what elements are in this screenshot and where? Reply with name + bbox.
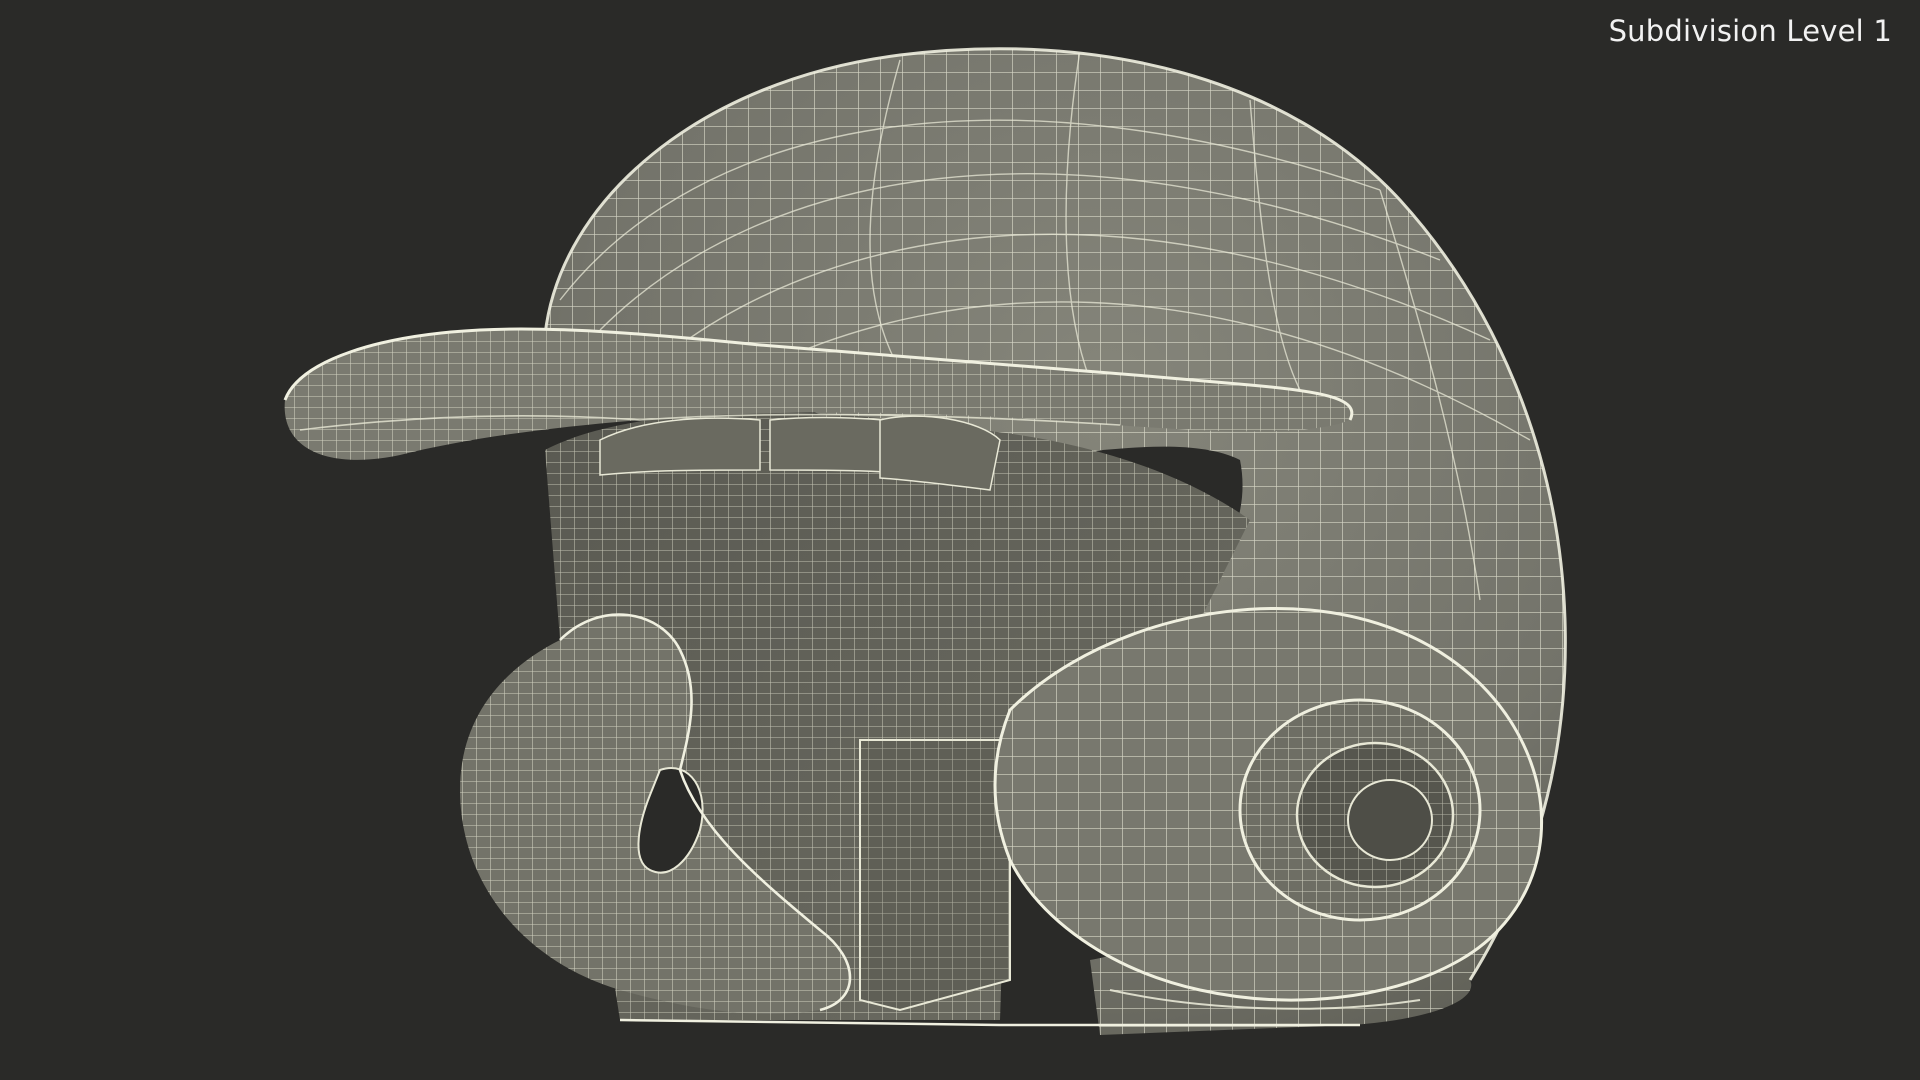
- helmet-wireframe-render: [283, 47, 1567, 1035]
- right-ear-flap: [993, 606, 1544, 1010]
- 3d-viewport[interactable]: Subdivision Level 1: [0, 0, 1920, 1080]
- subdivision-level-label: Subdivision Level 1: [1608, 14, 1892, 48]
